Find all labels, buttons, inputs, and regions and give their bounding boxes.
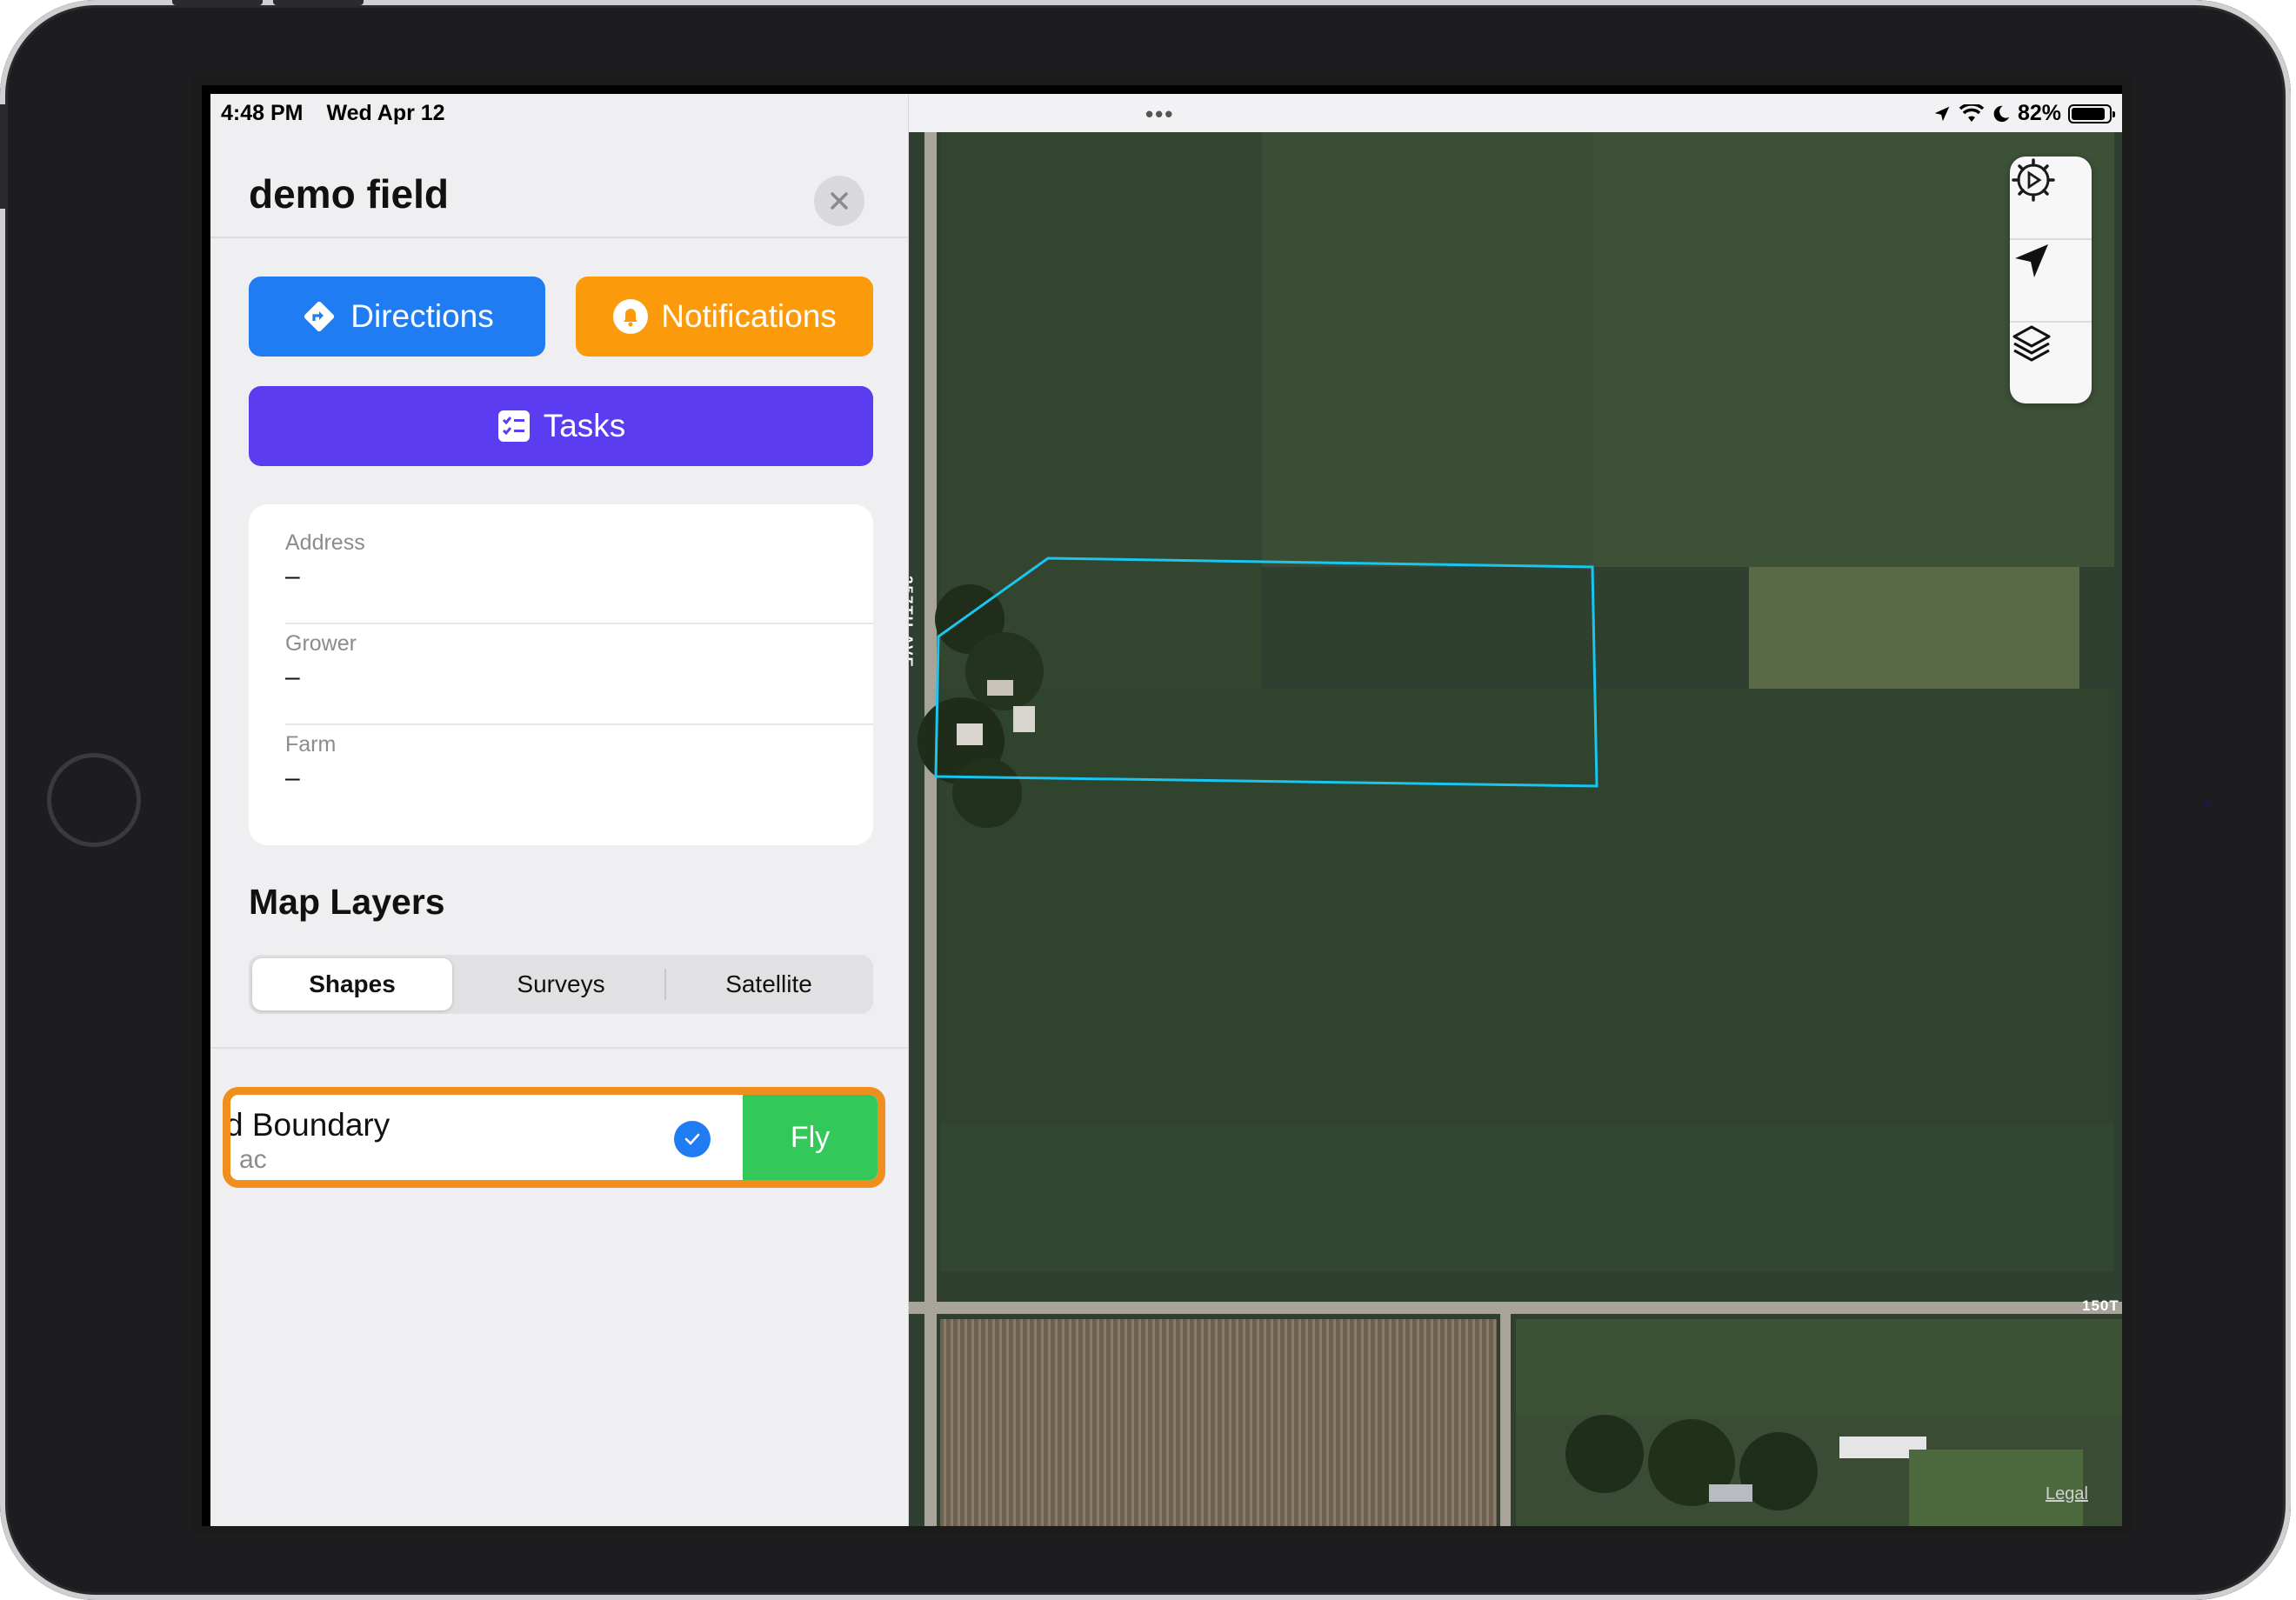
checklist-icon xyxy=(497,410,530,442)
field-panel: demo field Directions Notifications Task… xyxy=(210,94,909,1526)
map-layers-title: Map Layers xyxy=(249,882,445,922)
do-not-disturb-icon xyxy=(1993,105,2010,122)
info-row-grower: Grower – xyxy=(285,605,873,706)
power-button xyxy=(273,0,364,5)
road-label-vertical: 257TH AVE xyxy=(909,576,916,669)
satellite-map[interactable]: 257TH AVE 150T Legal xyxy=(909,132,2122,1526)
close-button[interactable] xyxy=(814,176,864,226)
address-label: Address xyxy=(285,530,365,555)
battery-percent: 82% xyxy=(2017,101,2061,125)
current-location-button[interactable] xyxy=(2010,239,2092,321)
side-button xyxy=(0,104,5,209)
field-info-card: Address – Grower – Farm – xyxy=(249,504,873,845)
status-date: Wed Apr 12 xyxy=(326,101,445,125)
location-arrow-icon xyxy=(2015,244,2048,277)
address-value: – xyxy=(285,562,300,590)
home-button[interactable] xyxy=(47,753,141,847)
close-icon xyxy=(831,192,848,210)
map-layers-button[interactable] xyxy=(2010,322,2092,403)
wifi-icon xyxy=(1959,103,1985,122)
farm-value: – xyxy=(285,763,300,792)
map-settings-button[interactable] xyxy=(2010,157,2092,238)
volume-button xyxy=(172,0,263,5)
directions-button[interactable]: Directions xyxy=(249,277,545,357)
settings-icon xyxy=(2012,158,2055,202)
satellite-imagery xyxy=(909,132,2122,1526)
divider xyxy=(210,1047,908,1049)
grower-label: Grower xyxy=(285,631,357,656)
screen: 4:48 PM Wed Apr 12 ••• 82% demo field Di… xyxy=(193,77,2131,1535)
layer-visible-checkbox[interactable] xyxy=(674,1121,711,1157)
grower-value: – xyxy=(285,663,300,691)
fly-button[interactable]: Fly xyxy=(743,1095,878,1180)
layer-row-boundary[interactable]: d Boundary ac Fly xyxy=(230,1095,878,1180)
map-controls xyxy=(2010,157,2092,403)
layers-icon xyxy=(2012,325,2051,362)
layer-name: d Boundary xyxy=(225,1107,390,1143)
farm-label: Farm xyxy=(285,732,337,757)
directions-label: Directions xyxy=(350,298,494,334)
highlighted-layer-row: d Boundary ac Fly xyxy=(223,1087,885,1188)
info-row-farm: Farm – xyxy=(285,706,873,807)
location-services-icon xyxy=(1934,106,1950,121)
status-time: 4:48 PM xyxy=(221,101,304,125)
segment-satellite[interactable]: Satellite xyxy=(666,958,871,1010)
segment-surveys[interactable]: Surveys xyxy=(457,958,664,1010)
notifications-button[interactable]: Notifications xyxy=(576,277,873,357)
battery-icon xyxy=(2068,103,2115,123)
tasks-label: Tasks xyxy=(543,408,626,443)
map-layers-segmented-control: Shapes Surveys Satellite xyxy=(249,955,873,1014)
segment-shapes[interactable]: Shapes xyxy=(252,958,452,1010)
road-label-horizontal: 150T xyxy=(2082,1297,2119,1314)
tasks-button[interactable]: Tasks xyxy=(249,386,873,466)
multitasking-dots[interactable]: ••• xyxy=(1145,101,1174,128)
checkmark-icon xyxy=(684,1133,700,1145)
notifications-label: Notifications xyxy=(661,298,837,334)
camera-icon xyxy=(2203,800,2210,807)
layer-acreage: ac xyxy=(239,1145,267,1174)
directions-icon xyxy=(304,301,335,332)
page-title: demo field xyxy=(249,171,450,217)
ipad-frame: 4:48 PM Wed Apr 12 ••• 82% demo field Di… xyxy=(0,0,2291,1600)
status-bar: 4:48 PM Wed Apr 12 ••• 82% xyxy=(210,94,2122,132)
info-row-address: Address – xyxy=(285,504,873,605)
legal-link[interactable]: Legal xyxy=(2046,1484,2088,1504)
bell-icon xyxy=(613,299,649,334)
